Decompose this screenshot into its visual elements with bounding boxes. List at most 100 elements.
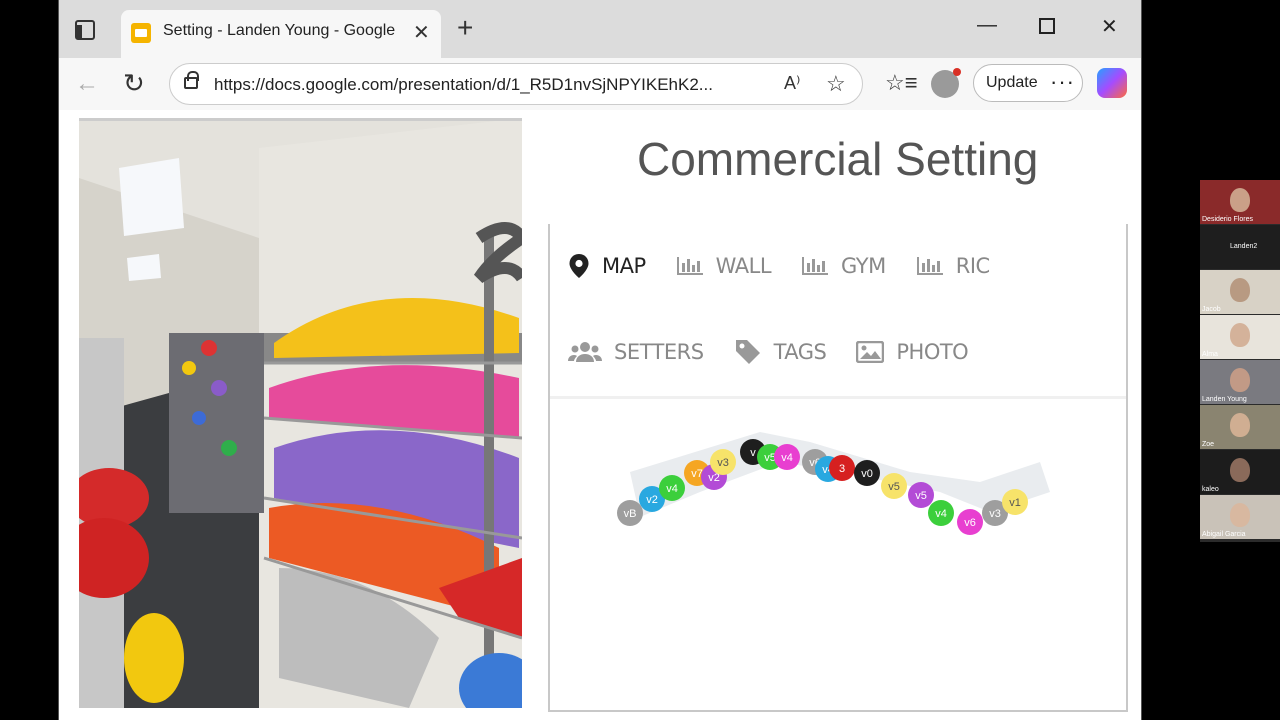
tab-close-icon[interactable]: ✕ [413, 20, 430, 45]
bar-chart-icon [676, 257, 703, 275]
participant-tile[interactable]: Abigail Garcia [1200, 495, 1280, 539]
participant-name: Landen2 [1230, 243, 1258, 250]
participant-tile[interactable]: Landen2 [1200, 225, 1280, 269]
tab-title: Setting - Landen Young - Google [163, 22, 396, 39]
back-icon[interactable]: ← [75, 70, 99, 98]
participant-video [1230, 278, 1250, 302]
browser-toolbar: ← ↻ https://docs.google.com/presentation… [59, 58, 1141, 110]
participant-name: Jacob [1202, 306, 1221, 313]
participant-name: Abigail Garcia [1202, 531, 1246, 538]
participant-name: Alma [1202, 351, 1218, 358]
participant-tile[interactable]: kaleo [1200, 450, 1280, 494]
participant-name: Desiderio Flores [1202, 216, 1253, 223]
profile-avatar[interactable] [931, 68, 961, 98]
route-marker[interactable]: 3 [829, 455, 855, 481]
tab-bar: Setting - Landen Young - Google ✕ + — ✕ [59, 0, 1141, 58]
participant-video [1230, 413, 1250, 437]
route-marker-grade: v5 [915, 490, 927, 502]
storage-room-photo [79, 118, 522, 708]
participant-tile[interactable]: Landen Young [1200, 360, 1280, 404]
route-marker-grade: v1 [1009, 497, 1021, 509]
route-marker-grade: 3 [839, 463, 845, 475]
route-marker-grade: v4 [781, 452, 793, 464]
users-icon [568, 342, 602, 362]
minimize-icon[interactable]: — [977, 14, 997, 37]
tab-photo-label: PHOTO [896, 340, 969, 364]
video-participants-panel: Desiderio Flores Landen2 Jacob Alma Landen Y… [1200, 180, 1280, 542]
participant-video [1230, 368, 1250, 392]
lock-icon[interactable] [184, 71, 199, 89]
route-marker[interactable]: v4 [928, 500, 954, 526]
participant-tile[interactable]: Desiderio Flores [1200, 180, 1280, 224]
slides-favicon-icon [131, 23, 151, 43]
browser-window: Setting - Landen Young - Google ✕ + — ✕ … [58, 0, 1142, 720]
tab-gym[interactable]: GYM [801, 254, 886, 278]
update-label: Update [986, 74, 1038, 91]
map-pin-icon [569, 254, 589, 278]
route-marker-grade: v4 [666, 483, 678, 495]
tab-tags[interactable]: TAGS [734, 338, 827, 366]
url-text[interactable]: https://docs.google.com/presentation/d/1… [214, 75, 774, 95]
route-marker[interactable]: v0 [854, 460, 880, 486]
embedded-app: MAP WALL GYM RIC SETTERS TAGS PHOTO vB v… [548, 224, 1128, 712]
tab-gym-label: GYM [841, 254, 886, 278]
route-marker[interactable]: v1 [1002, 489, 1028, 515]
tab-ric-label: RIC [955, 254, 990, 278]
participant-video [1230, 188, 1250, 212]
panel-divider [550, 396, 1126, 399]
nav-row-primary: MAP WALL GYM RIC [568, 246, 1020, 286]
tab-wall[interactable]: WALL [676, 254, 772, 278]
route-marker-grade: v2 [646, 494, 658, 506]
participant-video [1230, 323, 1250, 347]
bar-chart-icon [916, 257, 943, 275]
route-marker-grade: v6 [964, 517, 976, 529]
reload-icon[interactable]: ↻ [123, 68, 145, 99]
participant-video [1230, 458, 1250, 482]
nav-row-secondary: SETTERS TAGS PHOTO [568, 332, 998, 372]
update-button[interactable]: Update ··· [973, 64, 1083, 102]
tab-ric[interactable]: RIC [916, 254, 990, 278]
new-tab-icon[interactable]: + [457, 14, 473, 42]
route-marker[interactable]: v3 [710, 449, 736, 475]
route-marker-grade: v4 [935, 508, 947, 520]
tab-map-label: MAP [602, 254, 646, 278]
active-tab[interactable]: Setting - Landen Young - Google ✕ [121, 10, 441, 58]
route-marker[interactable]: v5 [881, 473, 907, 499]
participant-tile[interactable]: Jacob [1200, 270, 1280, 314]
participant-name: kaleo [1202, 486, 1219, 493]
bar-chart-icon [802, 257, 829, 275]
route-marker-grade: v0 [861, 468, 873, 480]
tab-tags-label: TAGS [773, 340, 827, 364]
participant-video [1230, 503, 1250, 527]
participant-tile[interactable]: Zoe [1200, 405, 1280, 449]
tab-wall-label: WALL [715, 254, 772, 278]
tag-icon [735, 340, 760, 364]
address-bar[interactable]: https://docs.google.com/presentation/d/1… [169, 63, 863, 105]
route-marker-grade: v3 [989, 508, 1001, 520]
route-marker[interactable]: v5 [908, 482, 934, 508]
route-marker[interactable]: v4 [659, 475, 685, 501]
copilot-icon[interactable] [1097, 68, 1127, 98]
read-aloud-icon[interactable]: A⁾ [784, 73, 800, 94]
participant-tile[interactable]: Alma [1200, 315, 1280, 359]
route-marker[interactable]: v4 [774, 444, 800, 470]
tab-photo[interactable]: PHOTO [856, 340, 969, 364]
route-marker-grade: v5 [888, 481, 900, 493]
wall-map: vBv2v4v7 v2v3v v5 v4 v6v4 3 v0v5v5v4v6v3v1 [617, 432, 1050, 535]
participant-name: Zoe [1202, 441, 1215, 448]
image-icon [856, 341, 885, 363]
tab-setters[interactable]: SETTERS [568, 340, 704, 364]
tab-actions-icon[interactable] [75, 20, 95, 40]
route-marker-grade: vB [624, 508, 637, 520]
slide-title: Commercial Setting [637, 133, 1039, 185]
maximize-icon[interactable] [1039, 18, 1055, 34]
route-marker-grade: v [750, 447, 756, 459]
route-marker[interactable]: vB [617, 500, 643, 526]
favorite-star-icon[interactable]: ☆ [826, 71, 846, 97]
route-marker[interactable]: v6 [957, 509, 983, 535]
route-marker-grade: v3 [717, 457, 729, 469]
tab-map[interactable]: MAP [568, 253, 646, 279]
favorites-icon[interactable]: ☆≡ [885, 70, 918, 96]
window-close-icon[interactable]: ✕ [1101, 14, 1118, 39]
more-menu-icon[interactable]: ··· [1050, 69, 1075, 95]
